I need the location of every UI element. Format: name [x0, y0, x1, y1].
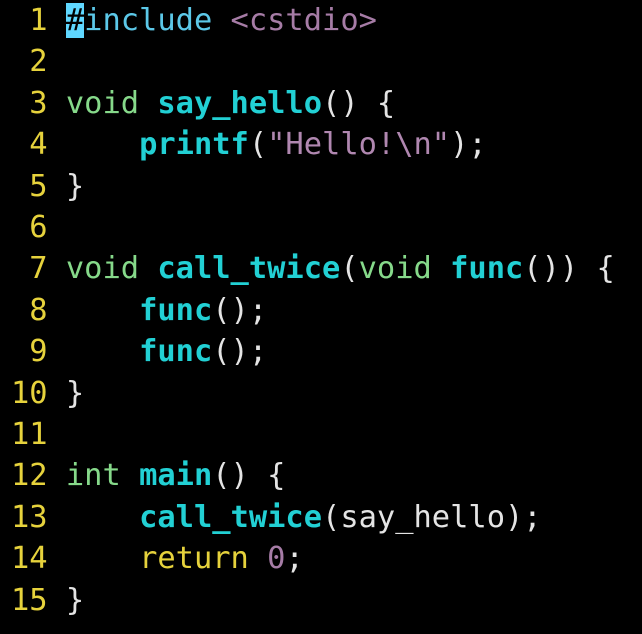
line-number: 3 [29, 85, 48, 121]
token-type: void [358, 251, 432, 287]
token-func: func [450, 251, 524, 287]
token-punct [66, 500, 139, 535]
code-line[interactable]: 9 func(); [11, 331, 267, 372]
code-line[interactable]: 5 } [11, 166, 84, 207]
code-line[interactable]: 3 void say_hello() { [11, 83, 395, 124]
line-number: 9 [29, 334, 48, 370]
token-func: call_twice [139, 499, 323, 535]
token-punct [249, 541, 267, 576]
token-keyword: return [139, 541, 249, 577]
line-code: void call_twice(void func()) { [66, 251, 615, 286]
line-code: printf("Hello!\n"); [66, 127, 487, 162]
code-line[interactable]: 8 func(); [11, 290, 267, 331]
line-code: } [66, 583, 84, 618]
code-line[interactable]: 15 } [11, 580, 84, 621]
line-number: 14 [11, 541, 48, 577]
code-line[interactable]: 11 [11, 414, 66, 455]
token-punct [212, 3, 230, 38]
token-punct [66, 127, 139, 162]
token-punct: (); [212, 334, 268, 370]
code-line[interactable]: 13 call_twice(say_hello); [11, 497, 542, 538]
token-punct: () { [212, 458, 286, 494]
token-string: "Hello!\n" [267, 127, 451, 163]
token-punct: ( [248, 127, 268, 163]
line-number: 15 [11, 582, 48, 618]
line-code: call_twice(say_hello); [66, 500, 542, 535]
token-func: main [139, 458, 213, 494]
token-punct [66, 293, 139, 328]
line-number: 12 [11, 458, 48, 494]
token-func: printf [139, 127, 249, 163]
line-code: void say_hello() { [66, 86, 395, 121]
text-cursor: # [65, 3, 85, 38]
code-line[interactable]: 10 } [11, 373, 84, 414]
token-punct [139, 251, 157, 286]
line-code: } [66, 169, 84, 204]
code-line[interactable]: 6 [11, 207, 66, 248]
token-number: 0 [267, 541, 286, 577]
token-punct: ()) { [523, 251, 615, 287]
line-code: int main() { [66, 458, 286, 493]
line-number: 4 [29, 127, 48, 163]
line-number: 1 [29, 3, 48, 38]
token-punct: } [65, 375, 85, 411]
token-include-path: <cstdio> [230, 3, 377, 38]
line-number: 5 [29, 168, 48, 204]
token-punct [139, 86, 157, 121]
token-punct: (); [212, 292, 268, 328]
token-punct: ; [285, 541, 304, 577]
token-func: func [139, 292, 213, 328]
code-line[interactable]: 12 int main() { [11, 455, 285, 496]
token-punct [66, 334, 139, 369]
token-punct: (say_hello); [322, 499, 542, 535]
token-type: void [65, 85, 140, 121]
code-editor[interactable]: 1 #include <cstdio> 2 3 void say_hello() … [0, 0, 642, 634]
line-code: #include <cstdio> [65, 3, 377, 38]
line-code: func(); [66, 334, 267, 369]
token-func: call_twice [157, 251, 341, 287]
line-number: 6 [29, 210, 48, 245]
token-type: int [65, 458, 121, 494]
line-code: } [66, 376, 84, 411]
token-func: func [139, 334, 213, 370]
line-number: 11 [11, 417, 48, 452]
line-code: return 0; [66, 541, 304, 576]
line-number: 2 [29, 44, 48, 80]
line-number: 13 [11, 499, 48, 535]
token-type: void [65, 251, 140, 287]
code-line[interactable]: 14 return 0; [11, 538, 304, 579]
line-number: 8 [29, 292, 48, 328]
token-punct: } [65, 168, 85, 204]
code-line[interactable]: 4 printf("Hello!\n"); [11, 124, 487, 165]
token-punct [121, 458, 139, 493]
token-punct: () { [322, 85, 396, 121]
token-preproc: include [84, 3, 213, 38]
token-punct: ); [450, 127, 487, 163]
line-code: func(); [66, 293, 267, 328]
code-line[interactable]: 7 void call_twice(void func()) { [11, 248, 615, 289]
token-punct [66, 541, 139, 576]
line-number: 7 [29, 251, 48, 287]
code-line[interactable]: 1 #include <cstdio> [11, 0, 377, 41]
token-func: say_hello [157, 85, 323, 121]
line-number: 10 [11, 375, 48, 411]
token-punct: ( [340, 251, 359, 287]
token-punct: } [65, 582, 85, 618]
token-punct [432, 251, 450, 286]
code-line[interactable]: 2 [11, 41, 66, 82]
